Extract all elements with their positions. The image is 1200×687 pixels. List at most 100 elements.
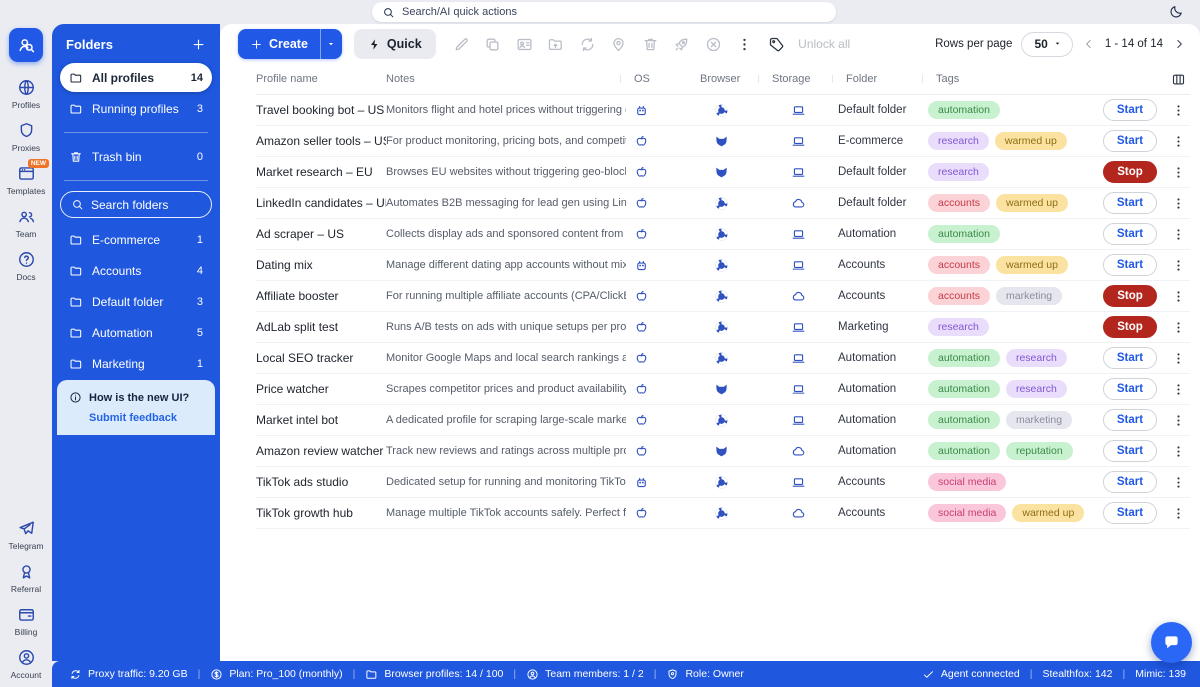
- start-stop-button[interactable]: Start: [1103, 130, 1157, 152]
- rows-per-page-select[interactable]: 50: [1021, 32, 1072, 57]
- start-stop-button[interactable]: Start: [1103, 409, 1157, 431]
- row-menu-button[interactable]: [1166, 382, 1190, 397]
- pin-icon[interactable]: [610, 36, 627, 53]
- next-page-button[interactable]: [1172, 37, 1186, 51]
- start-stop-button[interactable]: Stop: [1103, 316, 1157, 338]
- column-header-notes[interactable]: Notes: [386, 73, 626, 85]
- dark-mode-toggle-moon-icon[interactable]: [1169, 4, 1184, 19]
- unlock-all-button[interactable]: Unlock all: [798, 37, 850, 51]
- row-menu-button[interactable]: [1166, 413, 1190, 428]
- table-row[interactable]: Ad scraper – US Collects display ads and…: [256, 219, 1190, 250]
- start-stop-button[interactable]: Start: [1103, 378, 1157, 400]
- sidebar-item-proxies[interactable]: Proxies: [0, 115, 52, 158]
- folder-item-running-profiles[interactable]: Running profiles3: [60, 94, 212, 123]
- folder-item-automation[interactable]: Automation5: [60, 318, 212, 347]
- profile-card-icon[interactable]: [516, 36, 533, 53]
- row-menu-button[interactable]: [1166, 196, 1190, 211]
- create-split-button[interactable]: Create: [238, 29, 342, 59]
- row-menu-button[interactable]: [1166, 134, 1190, 149]
- start-stop-button[interactable]: Stop: [1103, 161, 1157, 183]
- start-stop-button[interactable]: Start: [1103, 223, 1157, 245]
- status-text: Team members: 1 / 2: [545, 668, 644, 680]
- table-row[interactable]: TikTok growth hub Manage multiple TikTok…: [256, 498, 1190, 529]
- tag-icon[interactable]: [768, 36, 785, 53]
- sidebar-item-account[interactable]: Account: [0, 642, 52, 685]
- row-menu-button[interactable]: [1166, 258, 1190, 273]
- folder-label: Default folder: [92, 295, 163, 309]
- search-folders-input[interactable]: Search folders: [60, 191, 212, 218]
- start-stop-button[interactable]: Start: [1103, 192, 1157, 214]
- table-row[interactable]: Amazon review watcher Track new reviews …: [256, 436, 1190, 467]
- sidebar-item-docs[interactable]: Docs: [0, 244, 52, 287]
- table-row[interactable]: Price watcher Scrapes competitor prices …: [256, 374, 1190, 405]
- sidebar-item-team[interactable]: Team: [0, 201, 52, 244]
- submit-feedback-link[interactable]: Submit feedback: [89, 412, 203, 424]
- row-menu-button[interactable]: [1166, 506, 1190, 521]
- column-header-tags[interactable]: Tags: [928, 73, 1094, 85]
- search-icon: [382, 6, 395, 19]
- table-row[interactable]: Market research – EU Browses EU websites…: [256, 157, 1190, 188]
- previous-page-button[interactable]: [1082, 37, 1096, 51]
- os-apple-icon: [626, 506, 692, 521]
- add-folder-button[interactable]: [191, 37, 206, 52]
- more-icon[interactable]: [736, 36, 753, 53]
- start-stop-button[interactable]: Start: [1103, 502, 1157, 524]
- sidebar-item-referral[interactable]: Referral: [0, 556, 52, 599]
- table-row[interactable]: Local SEO tracker Monitor Google Maps an…: [256, 343, 1190, 374]
- row-menu-button[interactable]: [1166, 165, 1190, 180]
- trash-icon[interactable]: [642, 36, 659, 53]
- global-search-input[interactable]: Search/AI quick actions: [372, 2, 836, 22]
- start-stop-button[interactable]: Start: [1103, 471, 1157, 493]
- tag-pill: research: [1006, 380, 1067, 398]
- cancel-icon[interactable]: [705, 36, 722, 53]
- row-menu-button[interactable]: [1166, 444, 1190, 459]
- folder-item-e-commerce[interactable]: E-commerce1: [60, 225, 212, 254]
- sidebar-item-templates[interactable]: NEWTemplates: [0, 158, 52, 201]
- duplicate-icon[interactable]: [484, 36, 501, 53]
- start-stop-button[interactable]: Start: [1103, 99, 1157, 121]
- launch-icon[interactable]: [673, 36, 690, 53]
- rail-label: Templates: [7, 186, 46, 196]
- refresh-icon[interactable]: [579, 36, 596, 53]
- table-row[interactable]: Dating mix Manage different dating app a…: [256, 250, 1190, 281]
- sidebar-item-trash-bin[interactable]: Trash bin 0: [60, 142, 212, 171]
- start-stop-button[interactable]: Start: [1103, 440, 1157, 462]
- row-menu-button[interactable]: [1166, 475, 1190, 490]
- table-row[interactable]: Amazon seller tools – US For product mon…: [256, 126, 1190, 157]
- column-header-storage[interactable]: Storage: [764, 73, 838, 85]
- start-stop-button[interactable]: Start: [1103, 254, 1157, 276]
- table-row[interactable]: TikTok ads studio Dedicated setup for ru…: [256, 467, 1190, 498]
- move-folder-icon[interactable]: [547, 36, 564, 53]
- folder-item-default-folder[interactable]: Default folder3: [60, 287, 212, 316]
- column-settings-icon[interactable]: [1166, 72, 1190, 87]
- sidebar-item-profiles[interactable]: Profiles: [0, 72, 52, 115]
- sidebar-item-telegram[interactable]: Telegram: [0, 513, 52, 556]
- table-row[interactable]: Market intel bot A dedicated profile for…: [256, 405, 1190, 436]
- start-stop-button[interactable]: Stop: [1103, 285, 1157, 307]
- folder-item-accounts[interactable]: Accounts4: [60, 256, 212, 285]
- create-dropdown-caret[interactable]: [321, 29, 342, 59]
- storage-local-icon: [764, 258, 838, 273]
- table-row[interactable]: AdLab split test Runs A/B tests on ads w…: [256, 312, 1190, 343]
- row-menu-button[interactable]: [1166, 103, 1190, 118]
- row-menu-button[interactable]: [1166, 320, 1190, 335]
- column-header-browser[interactable]: Browser: [692, 73, 764, 85]
- table-row[interactable]: Travel booking bot – US Monitors flight …: [256, 95, 1190, 126]
- row-menu-button[interactable]: [1166, 289, 1190, 304]
- row-menu-button[interactable]: [1166, 351, 1190, 366]
- folder-item-all-profiles[interactable]: All profiles14: [60, 63, 212, 92]
- column-header-profile-name[interactable]: Profile name: [256, 73, 386, 85]
- live-chat-button[interactable]: [1151, 622, 1192, 663]
- start-stop-button[interactable]: Start: [1103, 347, 1157, 369]
- column-header-os[interactable]: OS: [626, 73, 692, 85]
- column-header-folder[interactable]: Folder: [838, 73, 928, 85]
- separator: |: [353, 668, 356, 680]
- row-menu-button[interactable]: [1166, 227, 1190, 242]
- sidebar-item-billing[interactable]: Billing: [0, 599, 52, 642]
- folder-item-marketing[interactable]: Marketing1: [60, 349, 212, 378]
- edit-icon[interactable]: [453, 36, 470, 53]
- quick-button[interactable]: Quick: [354, 29, 436, 59]
- table-row[interactable]: LinkedIn candidates – UK Automates B2B m…: [256, 188, 1190, 219]
- table-row[interactable]: Affiliate booster For running multiple a…: [256, 281, 1190, 312]
- app-logo[interactable]: [9, 28, 43, 62]
